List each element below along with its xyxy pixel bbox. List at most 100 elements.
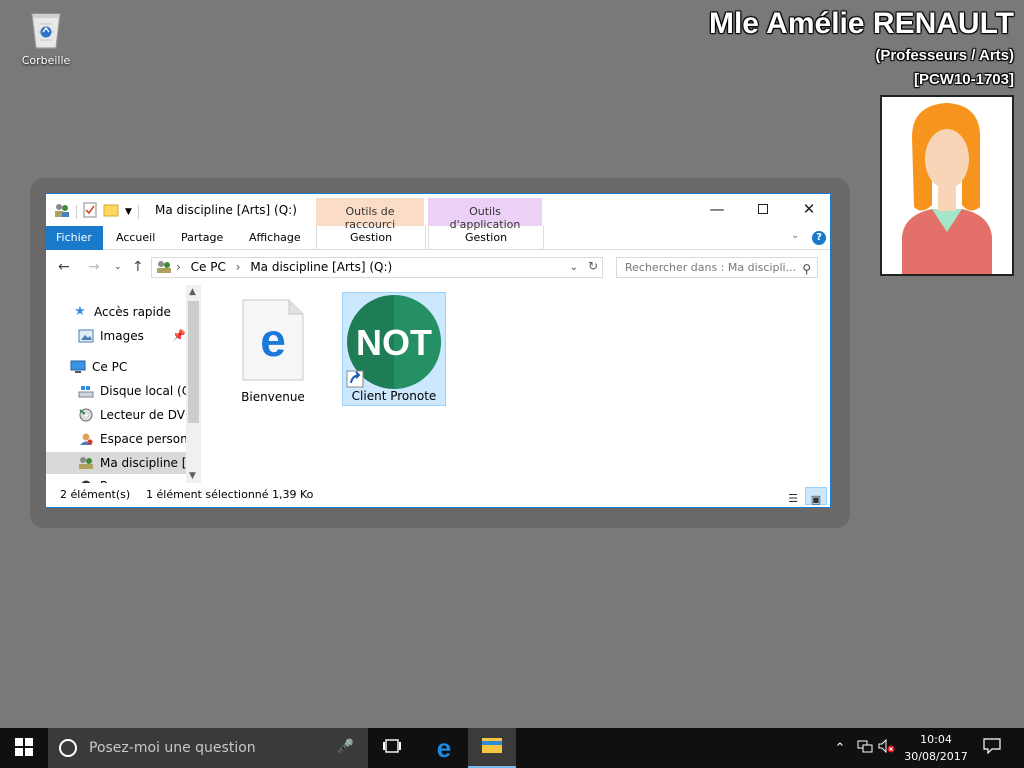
breadcrumb-discipline[interactable]: Ma discipline [Arts] (Q:) (250, 260, 392, 274)
scroll-up-icon[interactable]: ▲ (189, 287, 196, 297)
file-item-selected[interactable]: NOT Client Pronote (342, 292, 446, 406)
nav-item-this-pc[interactable]: Ce PC (70, 356, 127, 378)
expand-ribbon-chevron-icon[interactable]: ⌄ (791, 230, 799, 241)
task-view-button[interactable] (368, 728, 416, 768)
navigation-pane[interactable]: ★ Accès rapide Images 📌 Ce PC Disque loc… (46, 285, 201, 483)
breadcrumb-ce-pc[interactable]: Ce PC (191, 260, 226, 274)
cortana-placeholder: Posez-moi une question (89, 740, 256, 756)
tab-gestion-shortcut[interactable]: Gestion (316, 226, 426, 250)
svg-text:e: e (260, 314, 286, 366)
details-view-button[interactable]: ☰ (782, 487, 804, 505)
up-arrow-icon[interactable]: ↑ (132, 259, 144, 275)
nav-item-images[interactable]: Images 📌 (78, 325, 188, 347)
recent-locations-chevron-icon[interactable]: ⌄ (114, 262, 122, 272)
nav-item-discipline[interactable]: Ma discipline [A (46, 452, 195, 474)
user-avatar (880, 95, 1014, 276)
star-icon: ★ (74, 304, 86, 319)
show-hidden-icons-button[interactable]: ⌃ (830, 728, 850, 768)
pin-icon[interactable]: 📌 (172, 325, 186, 347)
file-label: Bienvenue (241, 390, 305, 404)
nav-item-local-disk[interactable]: Disque local (C:) (78, 380, 199, 402)
large-icons-view-icon: ▣ (810, 493, 822, 506)
system-clock[interactable]: 10:04 30/08/2017 (896, 731, 976, 765)
cortana-search-box[interactable]: Posez-moi une question 🎤 (48, 728, 368, 768)
action-center-button[interactable] (978, 728, 1006, 768)
back-arrow-icon[interactable]: ← (58, 259, 70, 275)
quick-access-toolbar: ▼ (54, 202, 139, 221)
search-placeholder: Rechercher dans : Ma discipli... (625, 261, 797, 274)
volume-muted-icon (878, 738, 896, 757)
edge-icon: e (436, 732, 452, 763)
start-button[interactable] (0, 728, 48, 768)
edge-html-icon: e (241, 298, 305, 382)
forward-arrow-icon[interactable]: → (88, 259, 100, 275)
context-tab-shortcut-tools[interactable]: Outils de raccourci (316, 198, 424, 231)
help-icon[interactable]: ? (812, 231, 826, 245)
scroll-down-icon[interactable]: ▼ (189, 471, 196, 481)
nav-label: Ce PC (92, 360, 128, 374)
address-drive-icon (156, 260, 172, 280)
nav-item-dvd[interactable]: Lecteur de DVD ( (78, 404, 201, 426)
close-button[interactable]: ✕ (786, 194, 832, 224)
recycle-bin-desktop-icon[interactable]: Corbeille (14, 6, 78, 67)
file-explorer-window[interactable]: ▼ Ma discipline [Arts] (Q:) Outils de ra… (45, 193, 831, 508)
nav-item-quick-access[interactable]: ★ Accès rapide (72, 301, 171, 323)
tab-gestion-app[interactable]: Gestion (428, 226, 544, 250)
search-input[interactable]: Rechercher dans : Ma discipli... ⚲ (616, 257, 818, 278)
address-row: ← → ⌄ ↑ › Ce PC › Ma discipline [Arts] (… (46, 250, 830, 284)
minimize-icon: — (709, 200, 725, 218)
refresh-icon: ↻ (587, 259, 599, 273)
maximize-button[interactable] (740, 194, 786, 224)
nav-scrollbar[interactable]: ▲ ▼ (186, 285, 201, 483)
large-icons-view-button[interactable]: ▣ (805, 487, 827, 506)
tab-affichage[interactable]: Affichage (239, 226, 311, 250)
microphone-icon[interactable]: 🎤 (337, 739, 354, 755)
nav-item-partial[interactable]: ● P (78, 475, 107, 483)
clock-date: 30/08/2017 (904, 750, 968, 763)
properties-icon[interactable] (83, 202, 97, 221)
drive-network-icon (54, 202, 70, 221)
new-folder-icon[interactable] (103, 203, 119, 220)
customize-toolbar-dropdown-icon[interactable]: ▼ (125, 207, 132, 217)
user-identity: Mle Amélie RENAULT (Professeurs / Arts) … (709, 4, 1014, 92)
title-bar[interactable]: ▼ Ma discipline [Arts] (Q:) Outils de ra… (46, 194, 832, 231)
breadcrumb-chevron-icon[interactable]: › (236, 260, 241, 274)
status-selection: 1 élément sélectionné 1,39 Ko (146, 488, 314, 501)
pictures-folder-icon (78, 328, 94, 344)
refresh-button[interactable]: ↻ (584, 259, 602, 277)
separator (76, 204, 77, 219)
pronote-shortcut-icon: NOT (345, 293, 443, 391)
user-role: (Professeurs / Arts) (875, 47, 1014, 64)
dvd-drive-icon (78, 407, 94, 423)
status-item-count: 2 élément(s) (60, 488, 131, 501)
nav-item-personal-space[interactable]: Espace personne (78, 428, 201, 450)
minimize-button[interactable]: — (694, 194, 740, 224)
computer-icon (70, 359, 86, 375)
scroll-thumb[interactable] (188, 301, 199, 423)
address-bar[interactable]: › Ce PC › Ma discipline [Arts] (Q:) ⌄ (151, 257, 603, 278)
chevron-up-icon: ⌃ (834, 740, 846, 756)
maximize-icon (758, 204, 768, 214)
tab-accueil[interactable]: Accueil (106, 226, 165, 250)
search-icon: ⚲ (802, 262, 811, 276)
machine-name: [PCW10-1703] (913, 71, 1014, 88)
file-explorer-taskbar-button[interactable] (468, 728, 516, 768)
tab-partage[interactable]: Partage (171, 226, 233, 250)
tab-fichier[interactable]: Fichier (46, 226, 103, 250)
nav-label: P (100, 475, 107, 483)
edge-taskbar-button[interactable]: e (420, 728, 468, 768)
context-tab-app-tools[interactable]: Outils d'application (428, 198, 542, 231)
network-status-button[interactable] (854, 728, 876, 768)
drive-network-icon (78, 455, 94, 471)
user-name: Mle Amélie RENAULT (708, 7, 1014, 40)
windows-logo-icon (15, 737, 33, 759)
address-dropdown-icon[interactable]: ⌄ (570, 258, 578, 277)
nav-label: Accès rapide (94, 305, 171, 319)
task-view-icon (382, 738, 402, 758)
hard-drive-icon (78, 383, 94, 399)
clock-time: 10:04 (920, 733, 952, 746)
ribbon-tabs: Fichier Accueil Partage Affichage Gestio… (46, 226, 830, 250)
file-item[interactable]: e Bienvenue (221, 292, 325, 406)
volume-button[interactable] (876, 728, 898, 768)
breadcrumb-chevron-icon[interactable]: › (176, 260, 181, 274)
